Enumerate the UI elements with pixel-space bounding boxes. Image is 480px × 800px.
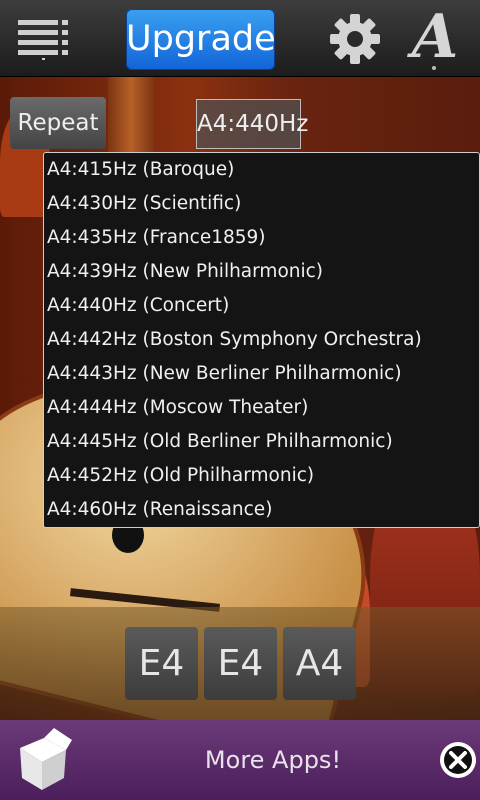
frequency-dropdown: A4:415Hz (Baroque) A4:430Hz (Scientific)…: [43, 152, 480, 528]
dropdown-option[interactable]: A4:415Hz (Baroque): [44, 153, 479, 187]
gear-icon[interactable]: [329, 13, 381, 65]
dropdown-dot: [432, 66, 436, 70]
string-note-button[interactable]: A4: [283, 627, 356, 700]
font-style-icon[interactable]: A: [404, 4, 466, 74]
dropdown-option[interactable]: A4:442Hz (Boston Symphony Orchestra): [44, 323, 479, 357]
dropdown-option[interactable]: A4:452Hz (Old Philharmonic): [44, 459, 479, 493]
dropdown-option[interactable]: A4:445Hz (Old Berliner Philharmonic): [44, 425, 479, 459]
close-icon[interactable]: [440, 742, 476, 778]
more-apps-label[interactable]: More Apps!: [180, 742, 366, 778]
dropdown-option[interactable]: A4:440Hz (Concert): [44, 289, 479, 323]
menu-list-icon[interactable]: [18, 20, 70, 60]
dropdown-option[interactable]: A4:443Hz (New Berliner Philharmonic): [44, 357, 479, 391]
dropdown-option[interactable]: A4:435Hz (France1859): [44, 221, 479, 255]
repeat-button[interactable]: Repeat: [10, 97, 106, 149]
string-note-button[interactable]: E4: [204, 627, 277, 700]
dropdown-option[interactable]: A4:444Hz (Moscow Theater): [44, 391, 479, 425]
upgrade-button[interactable]: Upgrade: [126, 9, 276, 70]
font-icon-letter: A: [411, 2, 459, 72]
dropdown-option[interactable]: A4:439Hz (New Philharmonic): [44, 255, 479, 289]
frequency-select[interactable]: A4:440Hz: [196, 99, 308, 149]
dropdown-option[interactable]: A4:460Hz (Renaissance): [44, 493, 479, 527]
app-box-icon[interactable]: [14, 728, 72, 794]
dropdown-option[interactable]: A4:430Hz (Scientific): [44, 187, 479, 221]
string-note-button[interactable]: E4: [125, 627, 198, 700]
